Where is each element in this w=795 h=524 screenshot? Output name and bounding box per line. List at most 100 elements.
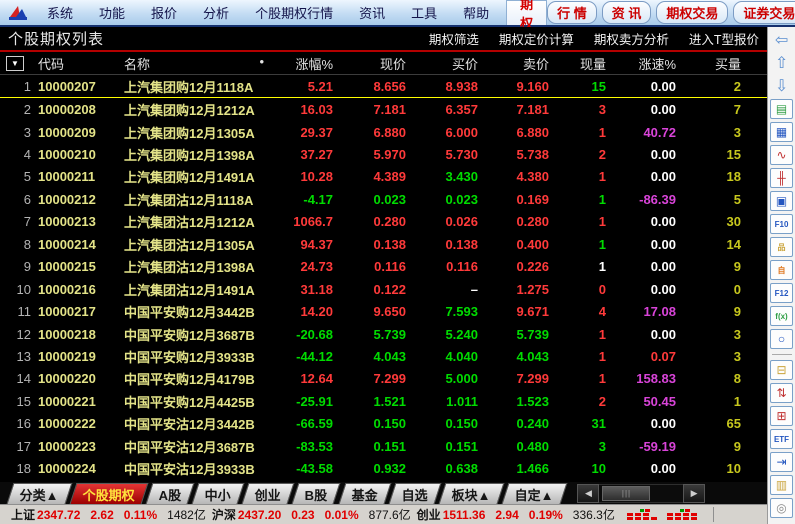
row-code: 10000209 bbox=[38, 125, 124, 140]
table-row[interactable]: 1410000220中国平安购12月4179B12.647.2995.0007.… bbox=[0, 368, 767, 390]
top-button-4[interactable]: 证券交易 bbox=[733, 1, 795, 24]
row-code: 10000210 bbox=[38, 147, 124, 162]
f10-icon[interactable]: F10 bbox=[770, 214, 793, 234]
table-row[interactable]: 210000208上汽集团购12月1212A16.037.1816.3577.1… bbox=[0, 98, 767, 120]
row-cell: 9 bbox=[680, 259, 745, 274]
row-cell: -4.17 bbox=[270, 192, 337, 207]
row-cell: 1 bbox=[553, 214, 610, 229]
grid-table-icon[interactable]: ▦ bbox=[770, 122, 793, 142]
page-down-icon[interactable]: ⇩ bbox=[771, 76, 793, 96]
candlestick-icon[interactable]: ╫ bbox=[770, 168, 793, 188]
folder-icon[interactable]: ⊟ bbox=[770, 360, 793, 380]
tab-板块[interactable]: 板块▲ bbox=[438, 483, 504, 504]
table-row[interactable]: 710000213上汽集团沽12月1212A1066.70.2800.0260.… bbox=[0, 211, 767, 233]
row-cell: -44.12 bbox=[270, 349, 337, 364]
table-row[interactable]: 610000212上汽集团沽12月1118A-4.170.0230.0230.1… bbox=[0, 188, 767, 210]
row-cell: 12.64 bbox=[270, 371, 337, 386]
table-row[interactable]: 910000215上汽集团沽12月1398A24.730.1160.1160.2… bbox=[0, 256, 767, 278]
import-export-icon[interactable]: ⇅ bbox=[770, 383, 793, 403]
tab-自选[interactable]: 自选 bbox=[388, 483, 441, 504]
back-icon[interactable]: ⇦ bbox=[771, 30, 793, 50]
header-code[interactable]: 代码 bbox=[38, 54, 124, 73]
table-row[interactable]: 310000209上汽集团购12月1305A29.376.8806.0006.8… bbox=[0, 121, 767, 143]
self-select-icon[interactable]: 自 bbox=[770, 260, 793, 280]
horizontal-scrollbar[interactable]: ◀ ||| ▶ bbox=[577, 485, 705, 502]
scroll-left-button[interactable]: ◀ bbox=[577, 484, 599, 503]
page-up-icon[interactable]: ⇧ bbox=[771, 53, 793, 73]
toolbar-link-4[interactable]: 进入T型报价 bbox=[689, 29, 759, 48]
scrollbar-track[interactable]: ||| bbox=[599, 484, 683, 503]
report-check-icon[interactable]: ▤ bbox=[770, 99, 793, 119]
status-index-amount: 336.3亿 bbox=[573, 506, 615, 523]
header-col-8[interactable]: 买量 bbox=[680, 54, 745, 73]
tab-创业[interactable]: 创业 bbox=[242, 483, 295, 504]
f12-icon[interactable]: F12 bbox=[770, 283, 793, 303]
toolbar-divider bbox=[772, 354, 792, 355]
filter-cell[interactable]: ▼ bbox=[0, 56, 38, 71]
structure-tree-icon[interactable]: 品 bbox=[770, 237, 793, 257]
header-col-6[interactable]: 现量 bbox=[553, 54, 610, 73]
table-row[interactable]: 1710000223中国平安沽12月3687B-83.530.1510.1510… bbox=[0, 435, 767, 457]
row-seq: 1 bbox=[0, 79, 38, 94]
menu-item-5[interactable]: 个股期权行情 bbox=[242, 3, 346, 22]
top-button-1[interactable]: 行 情 bbox=[547, 1, 597, 24]
header-col-2[interactable]: 涨幅% bbox=[270, 54, 337, 73]
scrollbar-thumb[interactable]: ||| bbox=[602, 486, 650, 501]
row-code: 10000221 bbox=[38, 394, 124, 409]
table-row[interactable]: 1610000222中国平安沽12月3442B-66.590.1500.1500… bbox=[0, 413, 767, 435]
table-row[interactable]: 510000211上汽集团购12月1491A10.284.3893.4304.3… bbox=[0, 166, 767, 188]
status-divider bbox=[713, 507, 714, 522]
formula-icon[interactable]: f(x) bbox=[770, 306, 793, 326]
mode-tab-option[interactable]: 期权 bbox=[506, 0, 547, 25]
selection-box-icon[interactable]: ⊞ bbox=[770, 406, 793, 426]
row-cell: 6.880 bbox=[482, 125, 553, 140]
tab-label: 板块▲ bbox=[452, 485, 491, 504]
menu-item-4[interactable]: 分析 bbox=[190, 3, 242, 22]
toolbar-link-1[interactable]: 期权筛选 bbox=[429, 29, 479, 48]
print-icon[interactable]: ▥ bbox=[770, 475, 793, 495]
table-row[interactable]: 1110000217中国平安购12月3442B14.209.6507.5939.… bbox=[0, 300, 767, 322]
line-chart-icon[interactable]: ∿ bbox=[770, 145, 793, 165]
etf-icon[interactable]: ETF bbox=[770, 429, 793, 449]
menu-item-3[interactable]: 报价 bbox=[138, 3, 190, 22]
tab-个股期权[interactable]: 个股期权 bbox=[69, 483, 148, 504]
header-name[interactable]: 名称• bbox=[124, 54, 270, 73]
tab-B股[interactable]: B股 bbox=[292, 483, 341, 504]
header-col-7[interactable]: 涨速% bbox=[610, 54, 680, 73]
table-row[interactable]: 810000214上汽集团沽12月1305A94.370.1380.1380.4… bbox=[0, 233, 767, 255]
scroll-right-button[interactable]: ▶ bbox=[683, 484, 705, 503]
tab-基金[interactable]: 基金 bbox=[338, 483, 391, 504]
header-col-5[interactable]: 卖价 bbox=[482, 54, 553, 73]
toolbar-link-2[interactable]: 期权定价计算 bbox=[499, 29, 574, 48]
tab-A股[interactable]: A股 bbox=[145, 483, 194, 504]
table-row[interactable]: 1810000224中国平安沽12月3933B-43.580.9320.6381… bbox=[0, 457, 767, 479]
menu-item-7[interactable]: 工具 bbox=[398, 3, 450, 22]
menu-item-8[interactable]: 帮助 bbox=[450, 3, 502, 22]
table-row[interactable]: 1310000219中国平安购12月3933B-44.124.0434.0404… bbox=[0, 345, 767, 367]
status-index-pct: 0.19% bbox=[529, 508, 563, 522]
filter-dropdown-icon[interactable]: ▼ bbox=[6, 56, 24, 71]
menu-item-2[interactable]: 功能 bbox=[86, 3, 138, 22]
header-col-3[interactable]: 现价 bbox=[337, 54, 410, 73]
table-row[interactable]: 1210000218中国平安购12月3687B-20.685.7395.2405… bbox=[0, 323, 767, 345]
menu-item-1[interactable]: 系统 bbox=[34, 3, 86, 22]
jump-list-icon[interactable]: ⇥ bbox=[770, 452, 793, 472]
quote-sheets-icon[interactable]: ▣ bbox=[770, 191, 793, 211]
top-button-3[interactable]: 期权交易 bbox=[656, 1, 728, 24]
more-icon[interactable]: ◎ bbox=[770, 498, 793, 518]
table-row[interactable]: 1010000216上汽集团沽12月1491A31.180.122–1.2750… bbox=[0, 278, 767, 300]
toolbar-link-3[interactable]: 期权卖方分析 bbox=[594, 29, 669, 48]
row-name: 中国平安购12月4425B bbox=[124, 392, 270, 411]
tab-自定[interactable]: 自定▲ bbox=[501, 483, 567, 504]
row-code: 10000224 bbox=[38, 461, 124, 476]
tab-分类[interactable]: 分类▲ bbox=[7, 483, 73, 504]
header-col-4[interactable]: 买价 bbox=[410, 54, 482, 73]
table-row[interactable]: 410000210上汽集团购12月1398A37.275.9705.7305.7… bbox=[0, 143, 767, 165]
table-row[interactable]: 1510000221中国平安购12月4425B-25.911.5211.0111… bbox=[0, 390, 767, 412]
tab-中小[interactable]: 中小 bbox=[192, 483, 245, 504]
menu-item-6[interactable]: 资讯 bbox=[346, 3, 398, 22]
table-row[interactable]: 110000207上汽集团购12月1118A5.218.6568.9389.16… bbox=[0, 75, 767, 98]
circle-icon[interactable]: ○ bbox=[770, 329, 793, 349]
view-title-bar: 个股期权列表 期权筛选期权定价计算期权卖方分析进入T型报价 bbox=[0, 27, 767, 50]
top-button-2[interactable]: 资 讯 bbox=[602, 1, 652, 24]
